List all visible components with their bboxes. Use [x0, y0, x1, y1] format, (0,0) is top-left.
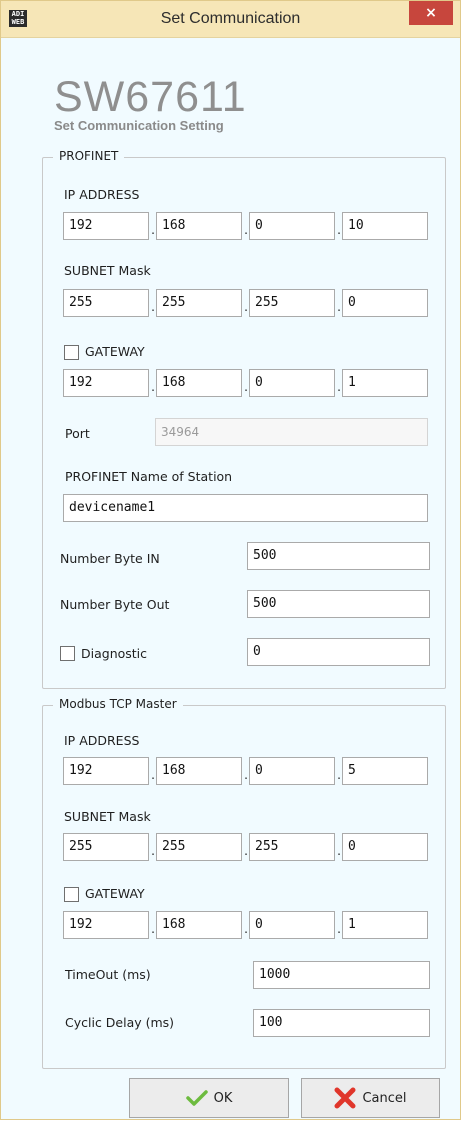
cancel-label: Cancel	[362, 1090, 407, 1106]
byte-in-label: Number Byte IN	[60, 551, 160, 566]
dialog-window: ADI WEB Set Communication × SW67611 Set C…	[0, 0, 461, 1120]
profinet-subnet-octet-4[interactable]: 0	[342, 289, 428, 317]
modbus-ip-octet-4[interactable]: 5	[342, 757, 428, 785]
profinet-gateway-checkbox[interactable]	[64, 345, 79, 360]
profinet-gateway-octet-4[interactable]: 1	[342, 369, 428, 397]
page-subtitle: Set Communication Setting	[54, 118, 224, 133]
profinet-ip-octet-1[interactable]: 192	[63, 212, 149, 240]
profinet-gateway-octet-2[interactable]: 168	[156, 369, 242, 397]
modbus-subnet-octet-3[interactable]: 255	[249, 833, 335, 861]
modbus-subnet-octet-2[interactable]: 255	[156, 833, 242, 861]
timeout-field[interactable]: 1000	[253, 961, 430, 989]
profinet-legend: PROFINET	[53, 149, 125, 163]
modbus-gateway-label: GATEWAY	[85, 886, 145, 901]
modbus-subnet-label: SUBNET Mask	[64, 809, 151, 824]
profinet-ip-octet-3[interactable]: 0	[249, 212, 335, 240]
byte-out-field[interactable]: 500	[247, 590, 430, 618]
green-check-icon	[185, 1090, 208, 1106]
red-x-icon	[334, 1087, 356, 1109]
modbus-gateway-octet-2[interactable]: 168	[156, 911, 242, 939]
window-title: Set Communication	[160, 10, 301, 27]
profinet-ip-octet-4[interactable]: 10	[342, 212, 428, 240]
profinet-subnet-octet-3[interactable]: 255	[249, 289, 335, 317]
ok-button[interactable]: OK	[129, 1078, 289, 1118]
modbus-ip-octet-1[interactable]: 192	[63, 757, 149, 785]
profinet-subnet-octet-1[interactable]: 255	[63, 289, 149, 317]
modbus-ip-octet-3[interactable]: 0	[249, 757, 335, 785]
byte-in-field[interactable]: 500	[247, 542, 430, 570]
profinet-ip-label: IP ADDRESS	[64, 187, 140, 202]
profinet-subnet-octet-2[interactable]: 255	[156, 289, 242, 317]
profinet-gateway-label: GATEWAY	[85, 344, 145, 359]
diagnostic-label: Diagnostic	[81, 646, 148, 661]
byte-out-label: Number Byte Out	[60, 597, 170, 612]
modbus-gateway-octet-3[interactable]: 0	[249, 911, 335, 939]
profinet-ip-octet-2[interactable]: 168	[156, 212, 242, 240]
profinet-name-field[interactable]: devicename1	[63, 494, 428, 522]
profinet-subnet-label: SUBNET Mask	[64, 263, 151, 278]
profinet-port-field: 34964	[155, 418, 428, 446]
profinet-gateway-octet-1[interactable]: 192	[63, 369, 149, 397]
modbus-legend: Modbus TCP Master	[53, 697, 183, 711]
product-code: SW67611	[54, 73, 247, 121]
modbus-ip-label: IP ADDRESS	[64, 733, 140, 748]
modbus-subnet-octet-4[interactable]: 0	[342, 833, 428, 861]
profinet-name-label: PROFINET Name of Station	[65, 469, 233, 484]
diagnostic-field[interactable]: 0	[247, 638, 430, 666]
cancel-button[interactable]: Cancel	[301, 1078, 440, 1118]
diagnostic-checkbox[interactable]	[60, 646, 75, 661]
modbus-gateway-octet-4[interactable]: 1	[342, 911, 428, 939]
cyclic-delay-field[interactable]: 100	[253, 1009, 430, 1037]
timeout-label: TimeOut (ms)	[65, 967, 151, 982]
ok-label: OK	[213, 1090, 233, 1106]
modbus-subnet-octet-1[interactable]: 255	[63, 833, 149, 861]
profinet-port-label: Port	[65, 426, 90, 441]
modbus-gateway-octet-1[interactable]: 192	[63, 911, 149, 939]
title-bar[interactable]: ADI WEB Set Communication ×	[1, 1, 460, 38]
cyclic-delay-label: Cyclic Delay (ms)	[65, 1015, 175, 1030]
profinet-gateway-octet-3[interactable]: 0	[249, 369, 335, 397]
close-button[interactable]: ×	[409, 1, 453, 25]
modbus-ip-octet-2[interactable]: 168	[156, 757, 242, 785]
modbus-gateway-checkbox[interactable]	[64, 887, 79, 902]
